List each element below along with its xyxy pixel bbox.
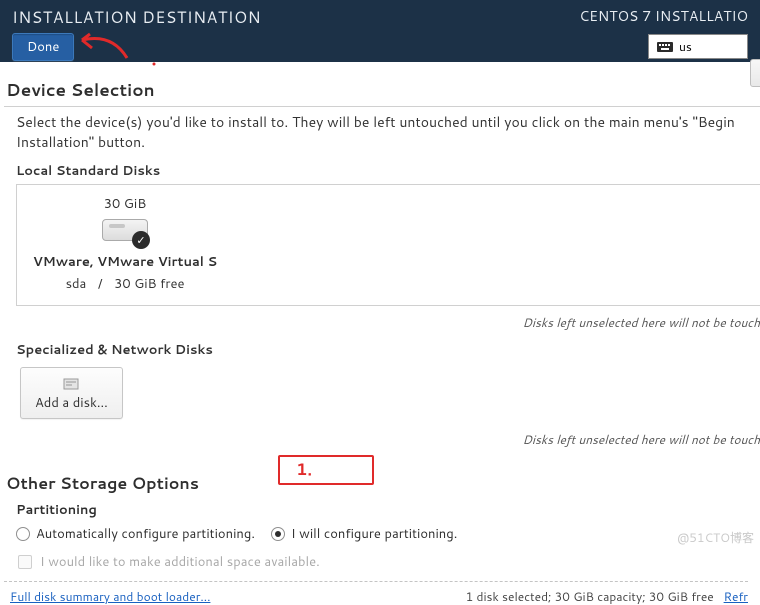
help-button[interactable]: Help [750,59,760,87]
disk-name: VMware, VMware Virtual S [25,253,225,271]
installer-title: CENTOS 7 INSTALLATIO [579,6,748,26]
manual-partition-radio[interactable]: I will configure partitioning. [271,525,457,543]
keyboard-icon [657,42,673,52]
top-bar: INSTALLATION DESTINATION Done CENTOS 7 I… [0,0,760,62]
disk-separator: / [98,275,103,293]
other-storage-heading: Other Storage Options [4,458,760,497]
special-disks-label: Specialized & Network Disks [4,341,760,363]
add-disk-label: Add a disk... [35,394,108,412]
additional-space-label: I would like to make additional space av… [40,553,320,571]
footer-status: 1 disk selected; 30 GiB capacity; 30 GiB… [466,588,748,605]
auto-partition-radio[interactable]: Automatically configure partitioning. [16,525,255,543]
footer: Full disk summary and boot loader... 1 d… [4,582,760,605]
disk-dev: sda [66,275,87,293]
add-disk-button[interactable]: Add a disk... [20,367,123,419]
auto-partition-label: Automatically configure partitioning. [36,525,255,543]
disk-item[interactable]: 30 GiB ✓ VMware, VMware Virtual S sda / … [25,195,225,293]
disk-size: 30 GiB [25,195,225,213]
local-disks-shelf: 30 GiB ✓ VMware, VMware Virtual S sda / … [16,184,760,306]
partitioning-row: Automatically configure partitioning. I … [4,523,760,545]
partitioning-label: Partitioning [4,497,760,523]
device-selection-intro: Select the device(s) you'd like to insta… [4,113,760,162]
radio-icon [271,527,285,541]
add-disk-icon [63,376,79,390]
disk-summary-link[interactable]: Full disk summary and boot loader... [10,588,210,605]
device-selection-heading: Device Selection [4,72,760,107]
refresh-link[interactable]: Refr [724,588,748,605]
radio-icon [16,527,30,541]
local-disks-hint: Disks left unselected here will not be t… [4,310,760,341]
disk-meta: sda / 30 GiB free [25,275,225,293]
content-area: Device Selection Select the device(s) yo… [0,62,760,605]
manual-partition-label: I will configure partitioning. [291,525,457,543]
checkbox-icon [18,555,32,569]
disk-icon: ✓ [102,219,148,245]
keyboard-layout-selector[interactable]: us [648,34,748,59]
local-disks-label: Local Standard Disks [4,162,760,184]
done-button[interactable]: Done [12,33,74,61]
additional-space-check: I would like to make additional space av… [4,545,760,577]
check-icon: ✓ [132,231,150,249]
topbar-right: CENTOS 7 INSTALLATIO us [579,6,748,59]
keyboard-layout-label: us [679,38,692,55]
special-disks-hint: Disks left unselected here will not be t… [4,419,760,458]
disk-free: 30 GiB free [114,275,184,293]
